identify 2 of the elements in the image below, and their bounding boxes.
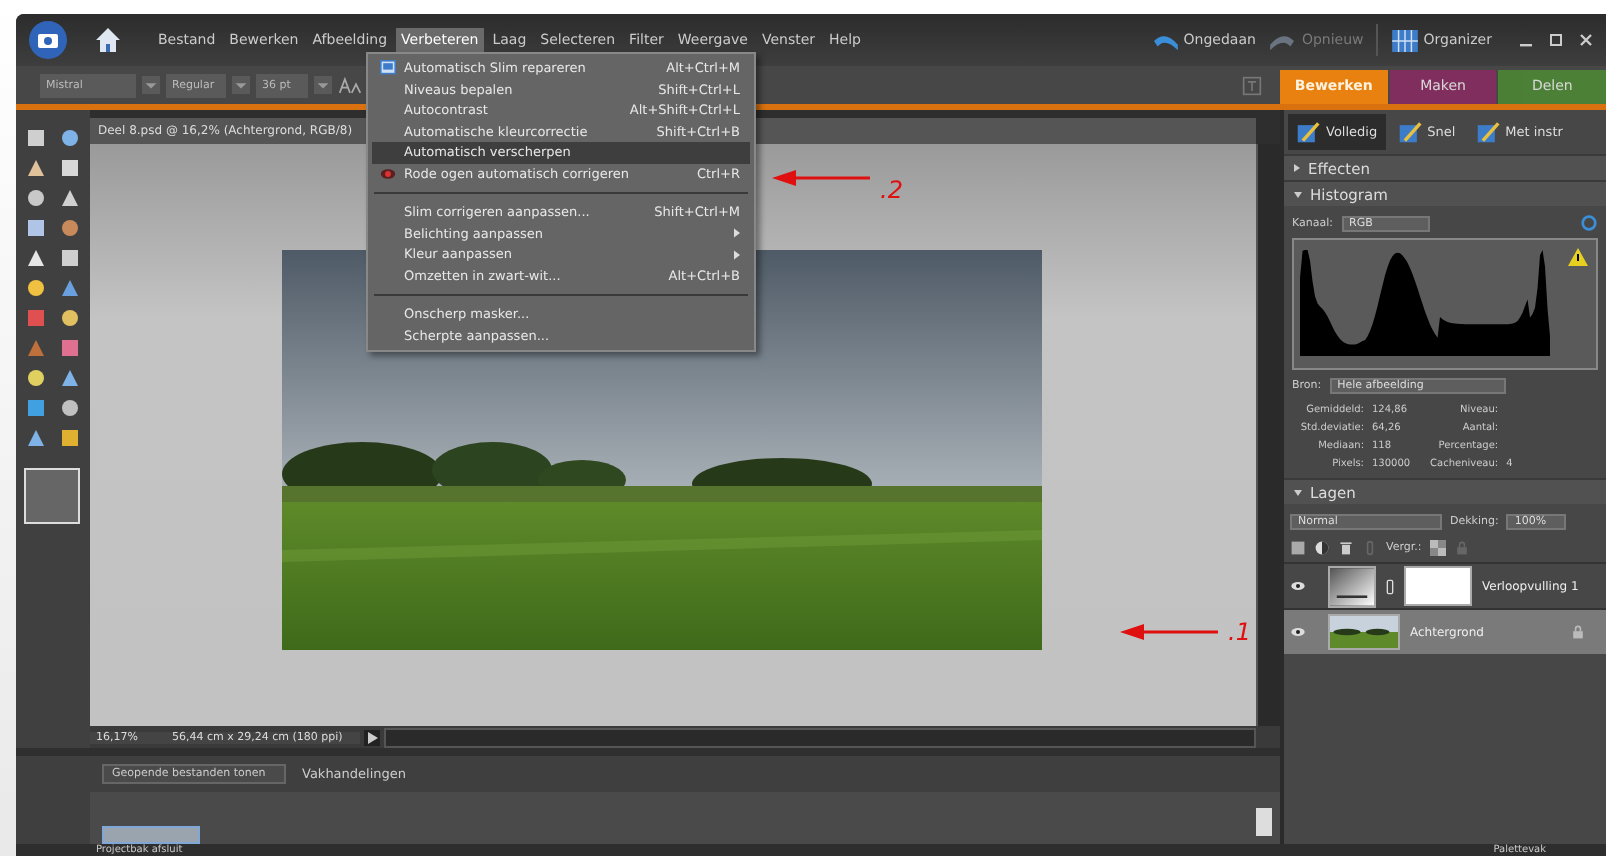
annotation-label: .2 [880, 176, 903, 204]
annotation-label: .1 [1228, 618, 1251, 646]
